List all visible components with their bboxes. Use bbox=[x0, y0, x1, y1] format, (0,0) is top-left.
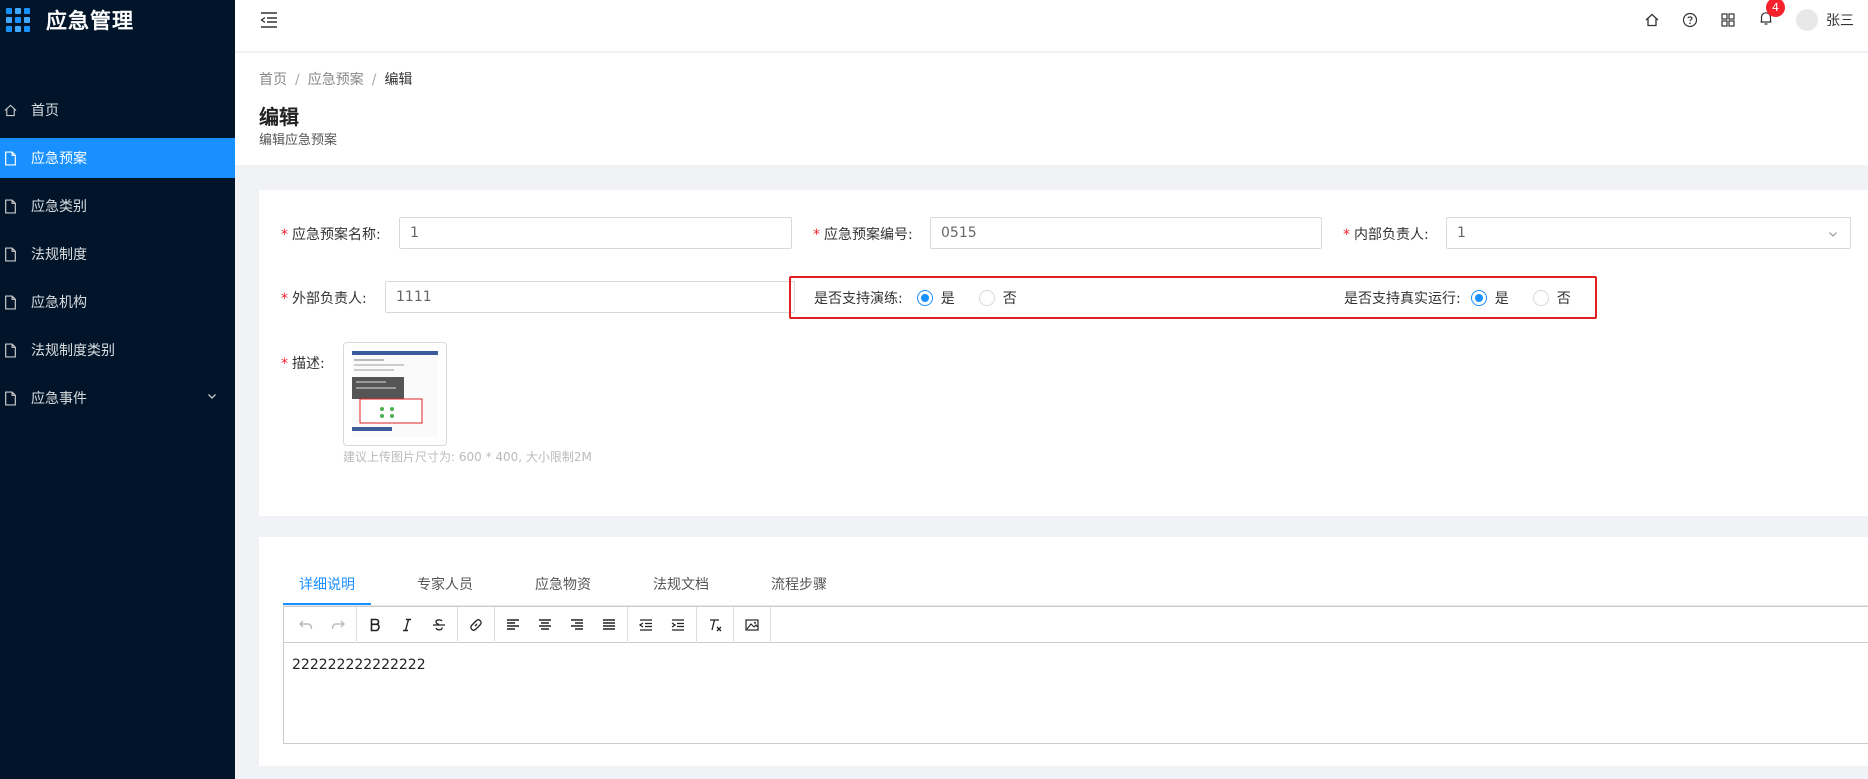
breadcrumb-home[interactable]: 首页 bbox=[259, 72, 287, 88]
supports-drill-yes[interactable]: 是 bbox=[916, 288, 955, 308]
chevron-down-icon[interactable] bbox=[207, 391, 217, 401]
supports-real-run-label: 是否支持真实运行: bbox=[1344, 291, 1461, 307]
header-actions: 4 张三 bbox=[1644, 0, 1854, 40]
document-icon bbox=[5, 390, 16, 406]
italic-icon[interactable] bbox=[391, 611, 423, 639]
sidebar-item-label: 应急机构 bbox=[31, 295, 87, 311]
breadcrumb: 首页 / 应急预案 / 编辑 bbox=[259, 72, 413, 88]
sidebar-item-home[interactable]: 首页 bbox=[0, 90, 235, 130]
tabs-card: 详细说明 专家人员 应急物资 法规文档 流程步骤 222222222222222 bbox=[259, 537, 1868, 766]
chevron-down-icon bbox=[1829, 232, 1837, 237]
sidebar-item-emergency-plan[interactable]: 应急预案 bbox=[0, 138, 235, 178]
external-owner-input[interactable]: 1111 bbox=[385, 281, 795, 313]
outdent-icon[interactable] bbox=[630, 611, 662, 639]
external-owner-label: * 外部负责人: bbox=[281, 291, 367, 307]
link-icon[interactable] bbox=[460, 611, 492, 639]
sidebar-item-emergency-category[interactable]: 应急类别 bbox=[0, 186, 235, 226]
bold-icon[interactable] bbox=[359, 611, 391, 639]
plan-code-input[interactable]: 0515 bbox=[930, 217, 1322, 249]
internal-owner-value: 1 bbox=[1457, 225, 1466, 241]
align-left-icon[interactable] bbox=[497, 611, 529, 639]
sidebar-item-regulations[interactable]: 法规制度 bbox=[0, 234, 235, 274]
tab-bar: 详细说明 专家人员 应急物资 法规文档 流程步骤 bbox=[283, 565, 873, 605]
tab-process-steps[interactable]: 流程步骤 bbox=[755, 565, 843, 605]
sidebar-item-label: 法规制度类别 bbox=[31, 343, 115, 359]
radio-unchecked-icon[interactable] bbox=[978, 290, 995, 306]
redo-icon[interactable] bbox=[322, 611, 354, 639]
align-justify-icon[interactable] bbox=[593, 611, 625, 639]
supports-real-run-group: 是否支持真实运行: 是 否 bbox=[1344, 288, 1595, 308]
plan-code-label: * 应急预案编号: bbox=[813, 227, 913, 243]
rich-text-editor: 222222222222222 bbox=[283, 606, 1868, 744]
sidebar-item-label: 首页 bbox=[31, 103, 59, 119]
sidebar-item-label: 应急事件 bbox=[31, 391, 87, 407]
upload-hint: 建议上传图片尺寸为: 600 * 400, 大小限制2M bbox=[343, 450, 592, 464]
sidebar-item-label: 应急预案 bbox=[31, 151, 87, 167]
description-label: * 描述: bbox=[281, 356, 325, 372]
notification-badge: 4 bbox=[1766, 0, 1785, 17]
tab-details[interactable]: 详细说明 bbox=[283, 565, 371, 605]
internal-owner-select[interactable]: 1 bbox=[1446, 217, 1851, 249]
editor-toolbar bbox=[284, 606, 1868, 643]
internal-owner-label: * 内部负责人: bbox=[1343, 227, 1429, 243]
help-icon[interactable] bbox=[1682, 12, 1698, 28]
app-title: 应急管理 bbox=[46, 9, 134, 33]
avatar bbox=[1796, 9, 1818, 31]
page-header: 首页 / 应急预案 / 编辑 编辑 编辑应急预案 bbox=[235, 53, 1868, 165]
top-header: 4 张三 bbox=[235, 0, 1868, 52]
tab-regulation-docs[interactable]: 法规文档 bbox=[637, 565, 725, 605]
user-menu[interactable]: 张三 bbox=[1796, 9, 1854, 31]
tab-experts[interactable]: 专家人员 bbox=[401, 565, 489, 605]
supports-drill-label: 是否支持演练: bbox=[814, 291, 903, 307]
menu-fold-icon[interactable] bbox=[259, 11, 279, 29]
apps-grid-icon[interactable] bbox=[1720, 12, 1736, 28]
plan-name-input[interactable]: 1 bbox=[399, 217, 792, 249]
editor-content[interactable]: 222222222222222 bbox=[284, 643, 1868, 687]
page-subtitle: 编辑应急预案 bbox=[259, 133, 338, 148]
sidebar-item-label: 应急类别 bbox=[31, 199, 87, 215]
sidebar-item-emergency-org[interactable]: 应急机构 bbox=[0, 282, 235, 322]
user-name: 张三 bbox=[1826, 13, 1854, 29]
home-icon[interactable] bbox=[1644, 12, 1660, 28]
breadcrumb-emergency-plan[interactable]: 应急预案 bbox=[308, 72, 364, 88]
document-icon bbox=[5, 150, 16, 166]
image-icon[interactable] bbox=[736, 611, 768, 639]
document-icon bbox=[5, 342, 16, 358]
clear-format-icon[interactable] bbox=[699, 611, 731, 639]
form-card: * 应急预案名称: 1 * 应急预案编号: 0515 * 内部负责人: 1 * 外部负责… bbox=[259, 190, 1868, 516]
image-preview-icon bbox=[352, 351, 438, 431]
radio-unchecked-icon[interactable] bbox=[1532, 290, 1549, 306]
plan-name-label: * 应急预案名称: bbox=[281, 227, 381, 243]
supports-drill-group: 是否支持演练: 是 否 bbox=[814, 288, 1041, 308]
image-thumbnail bbox=[352, 351, 438, 437]
sidebar-menu: 首页 应急预案 应急类别 法规制度 应急机构 法规制度类别 应急事件 bbox=[0, 90, 235, 418]
description-image-upload[interactable] bbox=[343, 342, 447, 446]
undo-icon[interactable] bbox=[290, 611, 322, 639]
supports-real-run-no[interactable]: 否 bbox=[1532, 288, 1571, 308]
supports-real-run-yes[interactable]: 是 bbox=[1470, 288, 1509, 308]
tab-supplies[interactable]: 应急物资 bbox=[519, 565, 607, 605]
notifications[interactable]: 4 bbox=[1758, 0, 1785, 30]
document-icon bbox=[5, 294, 16, 310]
page-title: 编辑 bbox=[259, 105, 299, 129]
document-icon bbox=[5, 246, 16, 262]
supports-drill-no[interactable]: 否 bbox=[978, 288, 1017, 308]
sidebar: 应急管理 首页 应急预案 应急类别 法规制度 应急机构 法规制度类别 应急事件 bbox=[0, 0, 235, 779]
sidebar-item-emergency-event[interactable]: 应急事件 bbox=[0, 378, 235, 418]
logo: 应急管理 bbox=[0, 0, 235, 40]
apps-logo-icon bbox=[6, 8, 30, 32]
home-icon bbox=[4, 104, 17, 116]
sidebar-item-regulation-category[interactable]: 法规制度类别 bbox=[0, 330, 235, 370]
indent-icon[interactable] bbox=[662, 611, 694, 639]
radio-checked-icon[interactable] bbox=[1470, 290, 1487, 306]
sidebar-item-label: 法规制度 bbox=[31, 247, 87, 263]
document-icon bbox=[5, 198, 16, 214]
align-center-icon[interactable] bbox=[529, 611, 561, 639]
strikethrough-icon[interactable] bbox=[423, 611, 455, 639]
radio-checked-icon[interactable] bbox=[916, 290, 933, 306]
breadcrumb-current: 编辑 bbox=[384, 72, 413, 88]
align-right-icon[interactable] bbox=[561, 611, 593, 639]
